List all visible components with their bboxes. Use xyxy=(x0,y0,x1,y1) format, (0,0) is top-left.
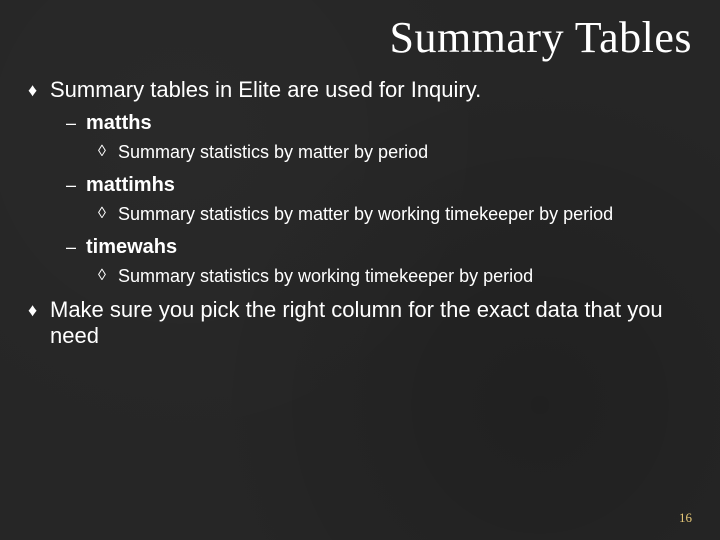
dash-icon: – xyxy=(66,235,86,259)
diamond-icon: ♦ xyxy=(28,297,50,323)
list-item-text: Summary statistics by matter by period xyxy=(118,141,692,163)
list-item: – mattimhs xyxy=(66,173,692,197)
list-item-text: matths xyxy=(86,111,692,135)
dash-icon: – xyxy=(66,173,86,197)
slide-body: ♦ Summary tables in Elite are used for I… xyxy=(28,77,692,349)
lozenge-icon: ◊ xyxy=(98,141,118,163)
list-item: ♦ Make sure you pick the right column fo… xyxy=(28,297,692,349)
dash-icon: – xyxy=(66,111,86,135)
lozenge-icon: ◊ xyxy=(98,203,118,225)
list-item-text: timewahs xyxy=(86,235,692,259)
page-number: 16 xyxy=(679,510,692,526)
diamond-icon: ♦ xyxy=(28,77,50,103)
list-item: – timewahs xyxy=(66,235,692,259)
list-item: ◊ Summary statistics by working timekeep… xyxy=(98,265,692,287)
list-item-text: Make sure you pick the right column for … xyxy=(50,297,692,349)
list-item-text: mattimhs xyxy=(86,173,692,197)
list-item: ◊ Summary statistics by matter by workin… xyxy=(98,203,692,225)
list-item-text: Summary statistics by matter by working … xyxy=(118,203,692,225)
list-item: – matths xyxy=(66,111,692,135)
list-item-text: Summary statistics by working timekeeper… xyxy=(118,265,692,287)
list-item: ◊ Summary statistics by matter by period xyxy=(98,141,692,163)
lozenge-icon: ◊ xyxy=(98,265,118,287)
list-item: ♦ Summary tables in Elite are used for I… xyxy=(28,77,692,103)
list-item-text: Summary tables in Elite are used for Inq… xyxy=(50,77,692,103)
slide: Summary Tables ♦ Summary tables in Elite… xyxy=(0,0,720,540)
slide-title: Summary Tables xyxy=(28,12,692,63)
